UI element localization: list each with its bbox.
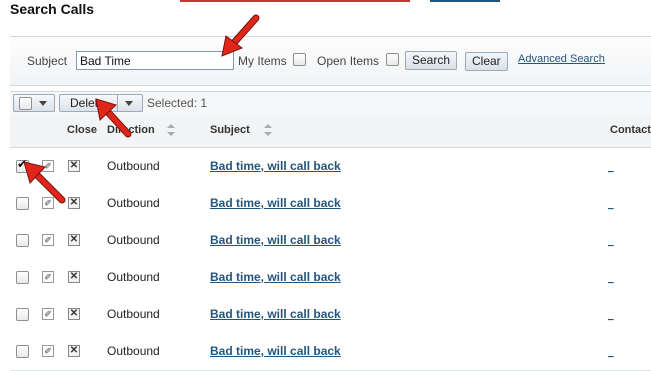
row-contact-link[interactable]: _ <box>608 310 614 321</box>
sort-icon[interactable] <box>167 124 175 136</box>
row-contact-link[interactable]: _ <box>608 236 614 247</box>
row-subject-link[interactable]: Bad time, will call back <box>210 233 341 247</box>
row-direction: Outbound <box>107 159 160 173</box>
table-row[interactable]: ✐ ✕ Outbound Bad time, will call back _ <box>10 296 651 334</box>
row-checkbox[interactable] <box>16 157 29 173</box>
table-row[interactable]: ✐ ✕ Outbound Bad time, will call back _ <box>10 259 651 297</box>
search-button[interactable]: Search <box>405 51 458 70</box>
header-direction[interactable]: Direction <box>107 124 155 136</box>
close-icon[interactable]: ✕ <box>68 160 80 172</box>
split-divider <box>117 95 118 111</box>
delete-button[interactable]: Delete <box>70 96 105 110</box>
select-all-menu[interactable] <box>13 94 55 112</box>
sort-icon[interactable] <box>264 124 272 136</box>
my-items-label: My Items <box>238 54 287 68</box>
table-row[interactable]: ✐ ✕ Outbound Bad time, will call back _ <box>10 148 651 186</box>
table-row[interactable]: ✐ ✕ Outbound Bad time, will call back _ <box>10 333 651 371</box>
close-icon[interactable]: ✕ <box>68 234 80 246</box>
open-items-checkbox[interactable] <box>386 53 399 66</box>
delete-button-group[interactable]: Delete <box>59 94 143 112</box>
cropped-header-text <box>180 0 410 2</box>
subject-input[interactable] <box>76 51 234 70</box>
close-icon[interactable]: ✕ <box>68 271 80 283</box>
cropped-header-link[interactable] <box>430 0 500 2</box>
row-contact-link[interactable]: _ <box>608 162 614 173</box>
row-checkbox[interactable] <box>16 234 29 247</box>
table-row[interactable]: ✐ ✕ Outbound Bad time, will call back _ <box>10 222 651 260</box>
row-direction: Outbound <box>107 270 160 284</box>
row-subject-link[interactable]: Bad time, will call back <box>210 344 341 358</box>
row-subject-link[interactable]: Bad time, will call back <box>210 307 341 321</box>
edit-icon[interactable]: ✐ <box>42 271 54 283</box>
row-checkbox[interactable] <box>16 308 29 321</box>
subject-label: Subject <box>27 54 68 68</box>
chevron-down-icon[interactable] <box>125 101 133 106</box>
close-icon[interactable]: ✕ <box>68 345 80 357</box>
row-checkbox[interactable] <box>16 345 29 358</box>
row-subject-link[interactable]: Bad time, will call back <box>210 270 341 284</box>
edit-icon[interactable]: ✐ <box>42 160 54 172</box>
edit-icon[interactable]: ✐ <box>42 197 54 209</box>
page-title: Search Calls <box>10 1 95 17</box>
row-subject-link[interactable]: Bad time, will call back <box>210 196 341 210</box>
advanced-search-link[interactable]: Advanced Search <box>518 53 605 65</box>
close-icon[interactable]: ✕ <box>68 197 80 209</box>
row-direction: Outbound <box>107 233 160 247</box>
clear-button[interactable]: Clear <box>465 52 508 71</box>
row-subject-link[interactable]: Bad time, will call back <box>210 159 341 173</box>
select-all-checkbox[interactable] <box>19 97 32 110</box>
table-header: Close Direction Subject Contact <box>10 114 651 148</box>
row-direction: Outbound <box>107 344 160 358</box>
selected-count: Selected: 1 <box>147 96 208 110</box>
row-contact-link[interactable]: _ <box>608 347 614 358</box>
row-checkbox[interactable] <box>16 197 29 210</box>
header-subject[interactable]: Subject <box>210 124 250 136</box>
search-panel: Subject My Items Open Items Search Clear… <box>10 36 651 86</box>
edit-icon[interactable]: ✐ <box>42 345 54 357</box>
list-toolbar: Delete Selected: 1 <box>10 91 651 115</box>
header-contact[interactable]: Contact <box>610 124 651 136</box>
row-direction: Outbound <box>107 196 160 210</box>
row-contact-link[interactable]: _ <box>608 199 614 210</box>
row-checkbox[interactable] <box>16 271 29 284</box>
table-row[interactable]: ✐ ✕ Outbound Bad time, will call back _ <box>10 185 651 223</box>
open-items-label: Open Items <box>317 54 380 68</box>
my-items-checkbox[interactable] <box>293 53 306 66</box>
chevron-down-icon[interactable] <box>39 101 47 106</box>
header-close: Close <box>67 124 97 136</box>
edit-icon[interactable]: ✐ <box>42 308 54 320</box>
close-icon[interactable]: ✕ <box>68 308 80 320</box>
row-contact-link[interactable]: _ <box>608 273 614 284</box>
edit-icon[interactable]: ✐ <box>42 234 54 246</box>
row-direction: Outbound <box>107 307 160 321</box>
